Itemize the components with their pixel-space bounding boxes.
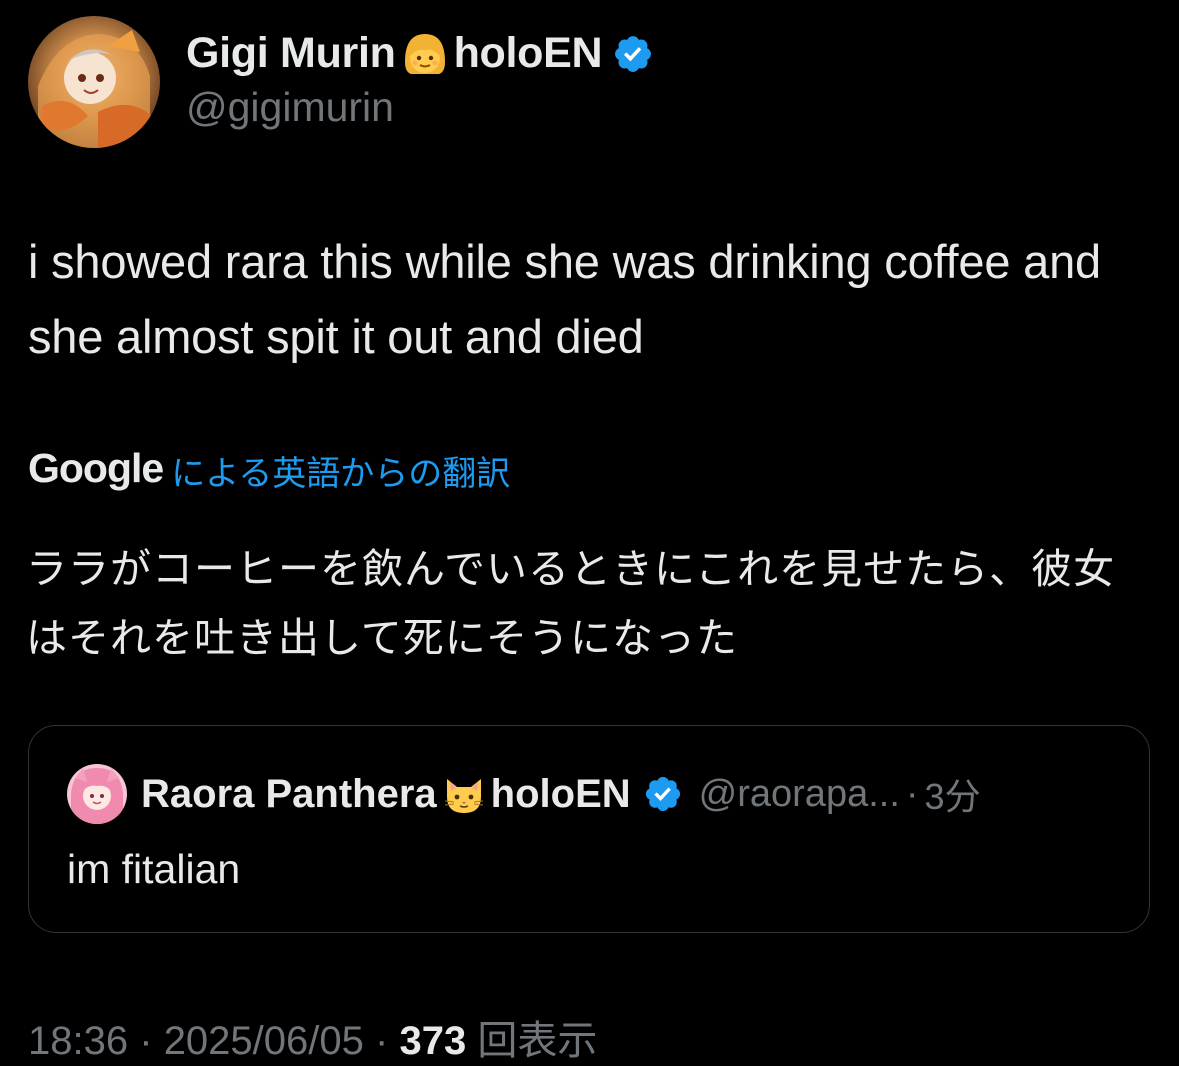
- quoted-verified-badge-icon: [645, 776, 680, 812]
- tweet-author-header: Gigi Murin holoEN @gigimurin: [28, 16, 654, 148]
- google-logo: Google: [28, 444, 164, 491]
- author-info: Gigi Murin holoEN @gigimurin: [186, 26, 654, 131]
- author-avatar[interactable]: [28, 16, 160, 148]
- quoted-author-org[interactable]: holoEN: [491, 772, 631, 817]
- meta-separator-1: ·: [139, 1019, 153, 1063]
- quoted-timestamp[interactable]: 3分: [925, 768, 981, 820]
- quoted-separator: ·: [905, 772, 919, 815]
- translation-label-link[interactable]: による英語からの翻訳: [171, 446, 510, 495]
- translation-attribution[interactable]: Google による英語からの翻訳: [28, 440, 510, 496]
- quoted-tweet-card[interactable]: Raora Panthera holoEN @raorapa... · 3分 i…: [28, 725, 1150, 933]
- girl-emoji-icon: [396, 28, 454, 80]
- tweet-meta-row: 18:36 · 2025/06/05 · 373 回表示: [28, 1008, 597, 1063]
- quoted-tweet-text: im fitalian: [67, 846, 241, 892]
- translated-text: ララがコーヒーを飲んでいるときにこれを見せたら、彼女はそれを吐き出して死にそうに…: [26, 546, 1116, 661]
- tweet-date[interactable]: 2025/06/05: [164, 1019, 364, 1063]
- quoted-author-handle[interactable]: @raorapa...: [699, 773, 900, 816]
- tweet-time[interactable]: 18:36: [28, 1019, 128, 1063]
- quoted-tweet-header: Raora Panthera holoEN @raorapa... · 3分: [67, 764, 981, 824]
- quoted-author-avatar[interactable]: [67, 764, 127, 824]
- meta-separator-2: ·: [375, 1019, 389, 1063]
- tweet-text: i showed rara this while she was drinkin…: [28, 235, 1101, 363]
- view-count-label: 回表示: [477, 1019, 598, 1063]
- quoted-author-name[interactable]: Raora Panthera: [141, 772, 437, 817]
- author-handle[interactable]: @gigimurin: [186, 84, 654, 131]
- author-org[interactable]: holoEN: [454, 29, 603, 78]
- verified-badge-icon: [615, 35, 652, 72]
- cat-emoji-icon: [437, 769, 491, 819]
- author-name-row[interactable]: Gigi Murin holoEN: [186, 26, 654, 82]
- view-count: 373: [399, 1019, 467, 1063]
- author-name[interactable]: Gigi Murin: [186, 29, 396, 78]
